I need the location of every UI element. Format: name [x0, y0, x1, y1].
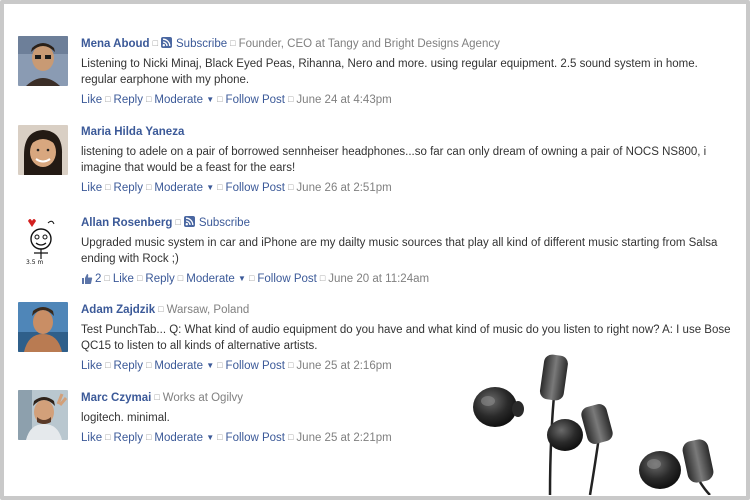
separator-icon: □ [287, 360, 294, 370]
separator-icon: □ [319, 273, 326, 283]
comment-header: Adam Zajdzik □ Warsaw, Poland [81, 302, 731, 318]
author-info: Works at Ogilvy [162, 392, 244, 404]
separator-icon: □ [104, 273, 110, 283]
separator-icon: □ [152, 38, 159, 48]
author-name[interactable]: Marc Czymai [81, 392, 151, 404]
subscribe-link[interactable]: Subscribe [199, 217, 250, 229]
separator-icon: □ [217, 360, 223, 370]
author-name[interactable]: Maria Hilda Yaneza [81, 126, 184, 138]
separator-icon: □ [230, 38, 236, 48]
timestamp: June 26 at 2:51pm [296, 182, 392, 194]
separator-icon: □ [145, 182, 152, 192]
comment-content: Allan Rosenberg □ Subscribe Upgraded music… [81, 215, 731, 290]
comment-text: listening to adele on a pair of borrowed… [81, 146, 707, 174]
dropdown-caret-icon: ▼ [238, 274, 246, 283]
dropdown-caret-icon: ▼ [206, 183, 215, 192]
separator-icon: □ [217, 94, 223, 104]
author-name[interactable]: Mena Aboud [81, 38, 150, 50]
moderate-dropdown[interactable]: Moderate ▼ [186, 273, 246, 285]
thumbs-up-icon [81, 273, 93, 290]
follow-post-link[interactable]: Follow Post [226, 360, 285, 372]
separator-icon: □ [154, 392, 160, 402]
reply-link[interactable]: Reply [114, 182, 143, 194]
reply-link[interactable]: Reply [114, 360, 143, 372]
svg-text:3.5 m: 3.5 m [26, 259, 43, 265]
reply-link[interactable]: Reply [145, 273, 174, 285]
separator-icon: □ [175, 217, 181, 227]
avatar[interactable] [18, 390, 68, 440]
moderate-dropdown[interactable]: Moderate ▼ [154, 432, 214, 444]
avatar[interactable] [18, 302, 68, 352]
like-link[interactable]: Like [81, 94, 102, 106]
separator-icon: □ [145, 360, 152, 370]
avatar[interactable] [18, 36, 68, 86]
comment-header: Allan Rosenberg □ Subscribe [81, 215, 731, 231]
comment-header: Mena Aboud □ Subscribe □ Founder, CEO at Tan… [81, 36, 731, 52]
dropdown-caret-icon: ▼ [206, 433, 215, 442]
dropdown-caret-icon: ▼ [206, 95, 215, 104]
separator-icon: □ [105, 94, 111, 104]
moderate-label: Moderate [154, 94, 203, 106]
avatar[interactable]: 3.5 m [18, 215, 68, 265]
like-link[interactable]: Like [81, 432, 102, 444]
comment-actions: Like □ Reply □ Moderate ▼ □ Follow Post □ June 2… [81, 92, 731, 108]
follow-post-link[interactable]: Follow Post [226, 432, 285, 444]
separator-icon: □ [105, 432, 111, 442]
moderate-label: Moderate [186, 273, 235, 285]
timestamp: June 25 at 2:16pm [296, 360, 392, 372]
separator-icon: □ [105, 360, 111, 370]
reply-link[interactable]: Reply [114, 432, 143, 444]
separator-icon: □ [287, 94, 294, 104]
rss-icon[interactable] [161, 37, 173, 48]
dropdown-caret-icon: ▼ [206, 361, 215, 370]
comment-text: Upgraded music system in car and iPhone … [81, 237, 718, 265]
timestamp: June 20 at 11:24am [328, 273, 430, 285]
moderate-label: Moderate [154, 360, 203, 372]
moderate-label: Moderate [154, 432, 203, 444]
comment-actions: 2 □ Like □ Reply □ Moderate ▼ □ Follow Post □ June… [81, 271, 731, 290]
timestamp: June 25 at 2:21pm [296, 432, 392, 444]
timestamp: June 24 at 4:43pm [296, 94, 392, 106]
like-link[interactable]: Like [113, 273, 134, 285]
comment-header: Maria Hilda Yaneza [81, 125, 731, 140]
rss-icon[interactable] [183, 216, 195, 227]
author-name[interactable]: Allan Rosenberg [81, 217, 172, 229]
author-info: Warsaw, Poland [166, 304, 250, 316]
comment-content: Mena Aboud □ Subscribe □ Founder, CEO at Tan… [81, 36, 731, 108]
separator-icon: □ [145, 94, 152, 104]
moderate-dropdown[interactable]: Moderate ▼ [154, 182, 214, 194]
moderate-dropdown[interactable]: Moderate ▼ [154, 360, 214, 372]
separator-icon: □ [248, 273, 255, 283]
follow-post-link[interactable]: Follow Post [226, 94, 285, 106]
reply-link[interactable]: Reply [114, 94, 143, 106]
separator-icon: □ [287, 182, 294, 192]
subscribe-link[interactable]: Subscribe [176, 38, 227, 50]
like-link[interactable]: Like [81, 182, 102, 194]
separator-icon: □ [177, 273, 184, 283]
separator-icon: □ [217, 432, 223, 442]
comment-text: Listening to Nicki Minaj, Black Eyed Pea… [81, 58, 698, 86]
comment-content: Maria Hilda Yaneza listening to adele on… [81, 125, 731, 196]
separator-icon: □ [105, 182, 111, 192]
moderate-dropdown[interactable]: Moderate ▼ [154, 94, 214, 106]
separator-icon: □ [217, 182, 223, 192]
separator-icon: □ [287, 432, 294, 442]
follow-post-link[interactable]: Follow Post [226, 182, 285, 194]
follow-post-link[interactable]: Follow Post [257, 273, 316, 285]
separator-icon: □ [158, 304, 164, 314]
moderate-label: Moderate [154, 182, 203, 194]
author-name[interactable]: Adam Zajdzik [81, 304, 155, 316]
separator-icon: □ [145, 432, 152, 442]
like-link[interactable]: Like [81, 360, 102, 372]
earphones-image [460, 345, 750, 496]
comment-actions: Like □ Reply □ Moderate ▼ □ Follow Post □ June 2… [81, 180, 731, 196]
avatar[interactable] [18, 125, 68, 175]
separator-icon: □ [136, 273, 143, 283]
author-info: Founder, CEO at Tangy and Bright Designs… [238, 38, 500, 50]
like-count[interactable]: 2 [95, 273, 101, 285]
